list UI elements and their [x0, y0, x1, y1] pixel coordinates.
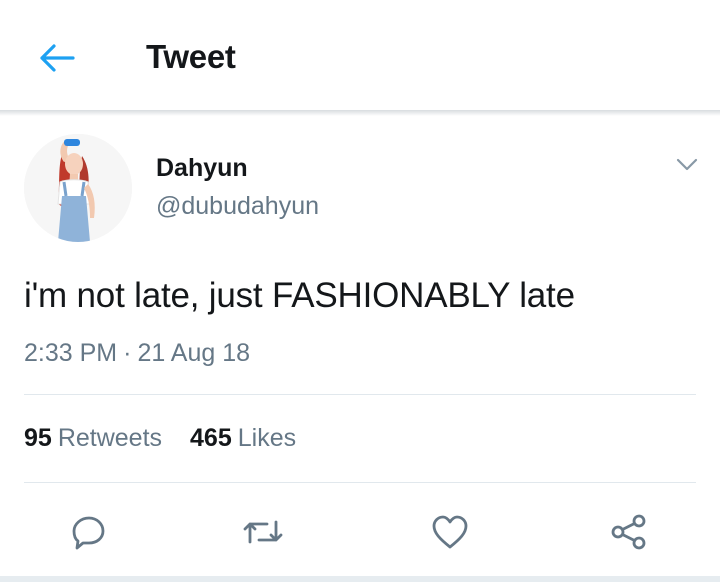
tweet-time: 2:33 PM [24, 339, 118, 367]
tweet-timestamp: 2:33 PM · 21 Aug 18 [24, 339, 250, 368]
timestamp-separator: · [123, 339, 132, 367]
avatar[interactable] [24, 134, 132, 242]
retweets-stat[interactable]: 95 Retweets [24, 424, 162, 453]
top-bar: Tweet [0, 0, 720, 112]
more-options-button[interactable] [672, 152, 702, 178]
author-handle[interactable]: @dubudahyun [156, 192, 319, 221]
author-display-name[interactable]: Dahyun [156, 154, 248, 183]
tweet-date: 21 Aug 18 [137, 339, 251, 367]
heart-icon [432, 515, 468, 549]
retweet-button[interactable] [239, 508, 287, 556]
share-icon [611, 514, 646, 550]
likes-count: 465 [190, 424, 232, 452]
retweets-count: 95 [24, 424, 52, 452]
divider [24, 482, 696, 483]
likes-stat[interactable]: 465 Likes [190, 424, 296, 453]
arrow-left-icon [40, 44, 75, 72]
retweet-icon [243, 520, 283, 544]
bottom-edge [0, 576, 720, 582]
page-title: Tweet [146, 38, 236, 75]
header-divider [0, 110, 720, 116]
share-button[interactable] [605, 508, 653, 556]
divider [24, 394, 696, 395]
reply-icon [72, 516, 105, 550]
like-button[interactable] [426, 508, 474, 556]
back-button[interactable] [34, 38, 78, 78]
reply-button[interactable] [65, 508, 113, 556]
tweet-stats: 95 Retweets 465 Likes [24, 424, 324, 453]
chevron-down-icon [676, 158, 698, 171]
retweets-label: Retweets [57, 424, 163, 452]
tweet-text: i'm not late, just FASHIONABLY late [24, 276, 575, 315]
likes-label: Likes [237, 424, 297, 452]
avatar-photo [24, 134, 132, 242]
